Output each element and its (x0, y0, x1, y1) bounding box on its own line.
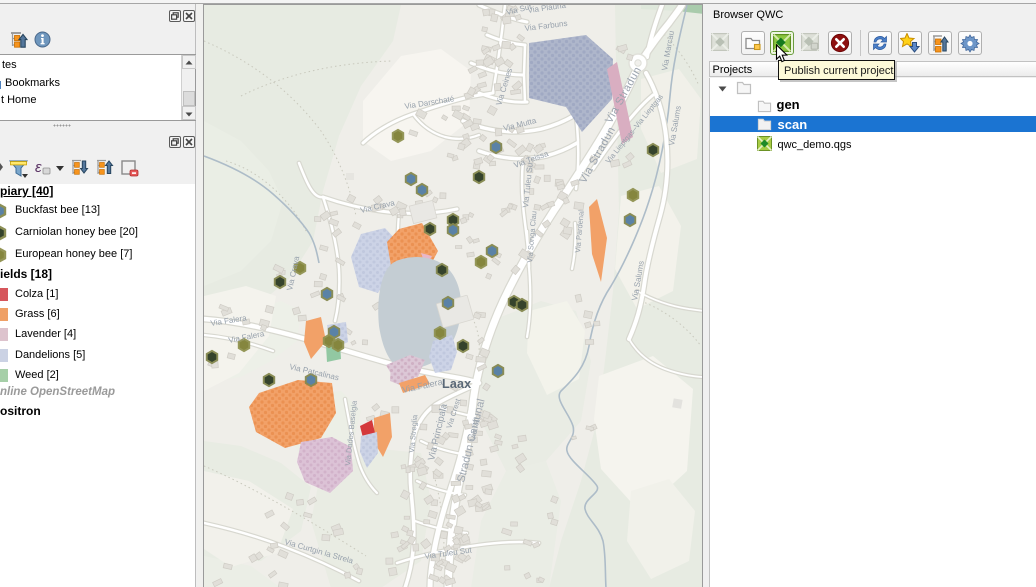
svg-text:Laax: Laax (442, 377, 471, 391)
svg-text:ε: ε (35, 159, 42, 176)
